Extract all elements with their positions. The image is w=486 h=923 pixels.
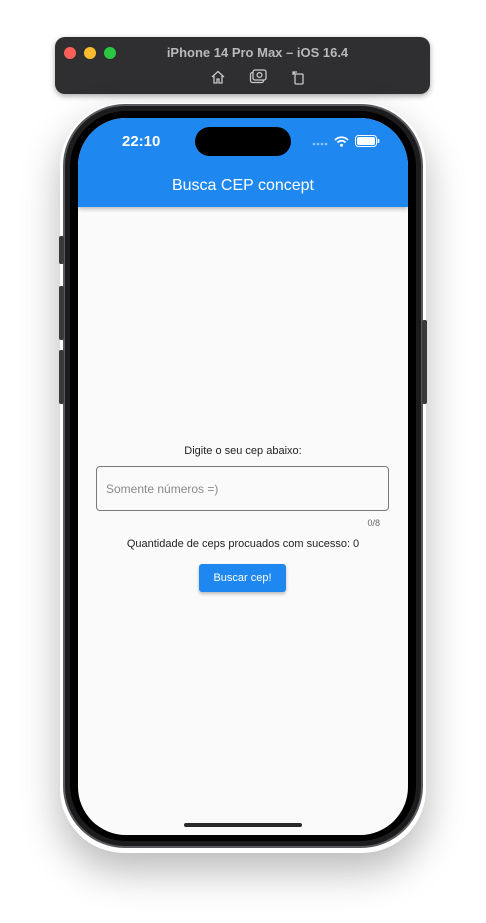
- simulator-tools: [55, 68, 430, 86]
- success-count-text: Quantidade de ceps procuados com sucesso…: [126, 538, 360, 550]
- cep-input[interactable]: [96, 466, 389, 511]
- search-cep-button[interactable]: Buscar cep!: [199, 564, 286, 592]
- home-indicator[interactable]: [184, 823, 302, 827]
- app-bar: 22:10 Busca CEP concept: [78, 118, 408, 207]
- wifi-icon: [334, 134, 349, 152]
- volume-up-button: [59, 286, 64, 340]
- home-icon[interactable]: [209, 68, 227, 86]
- character-counter: 0/8: [367, 518, 380, 528]
- action-button: [59, 236, 64, 264]
- status-icons: [312, 134, 380, 152]
- simulator-title: iPhone 14 Pro Max – iOS 16.4: [166, 45, 349, 60]
- phone-screen: 22:10 Busca CEP concept Digite o seu cep…: [78, 118, 408, 835]
- cep-prompt-label: Digite o seu cep abaixo:: [184, 445, 302, 457]
- app-title: Busca CEP concept: [171, 177, 314, 194]
- power-button: [422, 320, 427, 404]
- screenshot-icon[interactable]: [249, 68, 267, 86]
- rotate-icon[interactable]: [289, 68, 307, 86]
- battery-icon: [355, 134, 380, 152]
- dynamic-island: [195, 127, 291, 156]
- status-time: 22:10: [122, 133, 161, 150]
- signal-icon: [312, 134, 328, 152]
- volume-down-button: [59, 350, 64, 404]
- simulator-toolbar: iPhone 14 Pro Max – iOS 16.4: [55, 37, 430, 94]
